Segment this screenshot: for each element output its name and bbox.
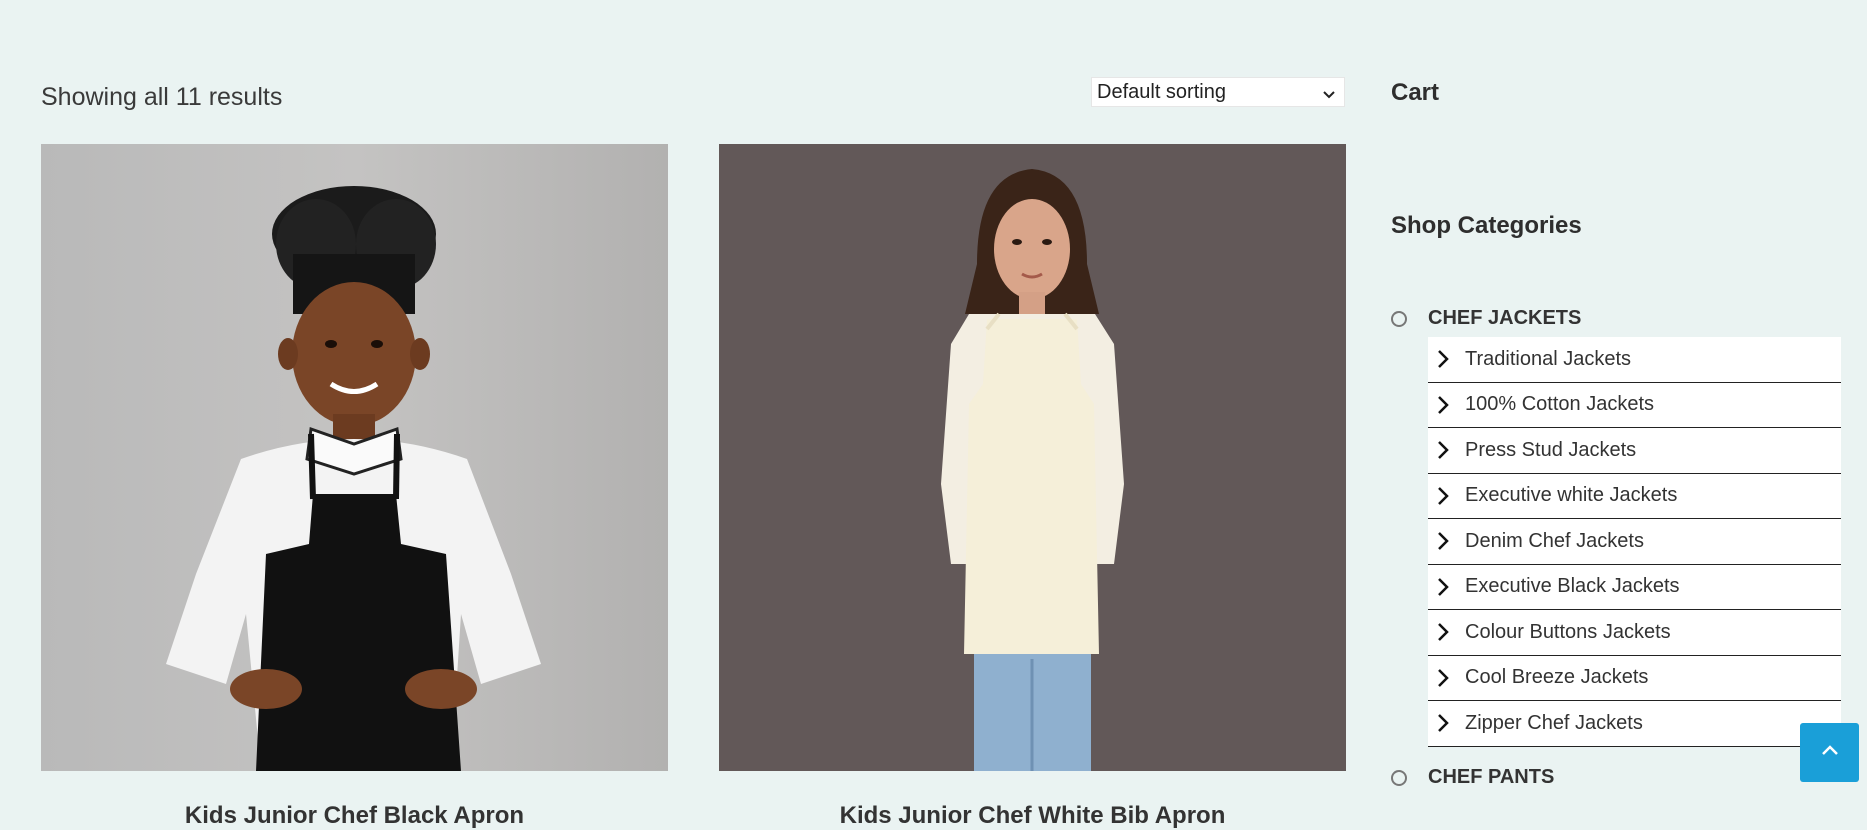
subcategory-label: Executive white Jackets: [1465, 484, 1678, 507]
subcategory-label: Traditional Jackets: [1465, 347, 1631, 370]
product-image[interactable]: [41, 144, 668, 771]
cart-widget-title: Cart: [1391, 79, 1440, 106]
chevron-right-icon: [1436, 395, 1460, 415]
chevron-right-icon: [1436, 486, 1460, 506]
chevron-right-icon: [1436, 713, 1460, 733]
chevron-down-icon: [1322, 85, 1336, 108]
subcategory-item[interactable]: 100% Cotton Jackets: [1428, 382, 1841, 428]
chevron-right-icon: [1436, 349, 1460, 369]
subcategory-label: Cool Breeze Jackets: [1465, 666, 1649, 689]
subcategory-label: Zipper Chef Jackets: [1465, 711, 1643, 734]
chevron-right-icon: [1436, 622, 1460, 642]
back-to-top-button[interactable]: [1800, 723, 1859, 782]
subcategory-item[interactable]: Zipper Chef Jackets: [1428, 701, 1841, 747]
category-chef-pants[interactable]: CHEF PANTS: [1391, 766, 1554, 789]
results-count: Showing all 11 results: [41, 83, 283, 111]
subcategory-label: Press Stud Jackets: [1465, 438, 1637, 461]
chevron-right-icon: [1436, 531, 1460, 551]
category-label: CHEF PANTS: [1428, 766, 1555, 788]
product-card[interactable]: Kids Junior Chef White Bib Apron: [719, 144, 1346, 829]
subcategory-item[interactable]: Traditional Jackets: [1428, 337, 1841, 383]
chevron-right-icon: [1436, 668, 1460, 688]
category-label: CHEF JACKETS: [1428, 307, 1582, 329]
subcategory-item[interactable]: Press Stud Jackets: [1428, 428, 1841, 474]
radio-circle-icon[interactable]: [1391, 310, 1407, 327]
subcategory-item[interactable]: Executive white Jackets: [1428, 473, 1841, 519]
product-card[interactable]: Kids Junior Chef Black Apron: [41, 144, 668, 829]
sorting-select[interactable]: Default sorting: [1091, 77, 1345, 107]
shop-categories-title: Shop Categories: [1391, 212, 1582, 239]
chevron-right-icon: [1436, 440, 1460, 460]
subcategory-label: Denim Chef Jackets: [1465, 529, 1644, 552]
subcategory-label: Executive Black Jackets: [1465, 575, 1680, 598]
sorting-selected-value: Default sorting: [1097, 80, 1226, 103]
chevron-up-icon: [1820, 743, 1840, 762]
subcategory-label: Colour Buttons Jackets: [1465, 620, 1671, 643]
radio-circle-icon[interactable]: [1391, 769, 1407, 786]
subcategory-item[interactable]: Cool Breeze Jackets: [1428, 655, 1841, 701]
subcategory-item[interactable]: Denim Chef Jackets: [1428, 519, 1841, 565]
product-image[interactable]: [719, 144, 1346, 771]
chevron-right-icon: [1436, 577, 1460, 597]
subcategory-label: 100% Cotton Jackets: [1465, 393, 1654, 416]
subcategory-list: Traditional Jackets 100% Cotton Jackets …: [1428, 337, 1841, 747]
category-chef-jackets[interactable]: CHEF JACKETS: [1391, 307, 1581, 330]
subcategory-item[interactable]: Colour Buttons Jackets: [1428, 610, 1841, 656]
subcategory-item[interactable]: Executive Black Jackets: [1428, 564, 1841, 610]
